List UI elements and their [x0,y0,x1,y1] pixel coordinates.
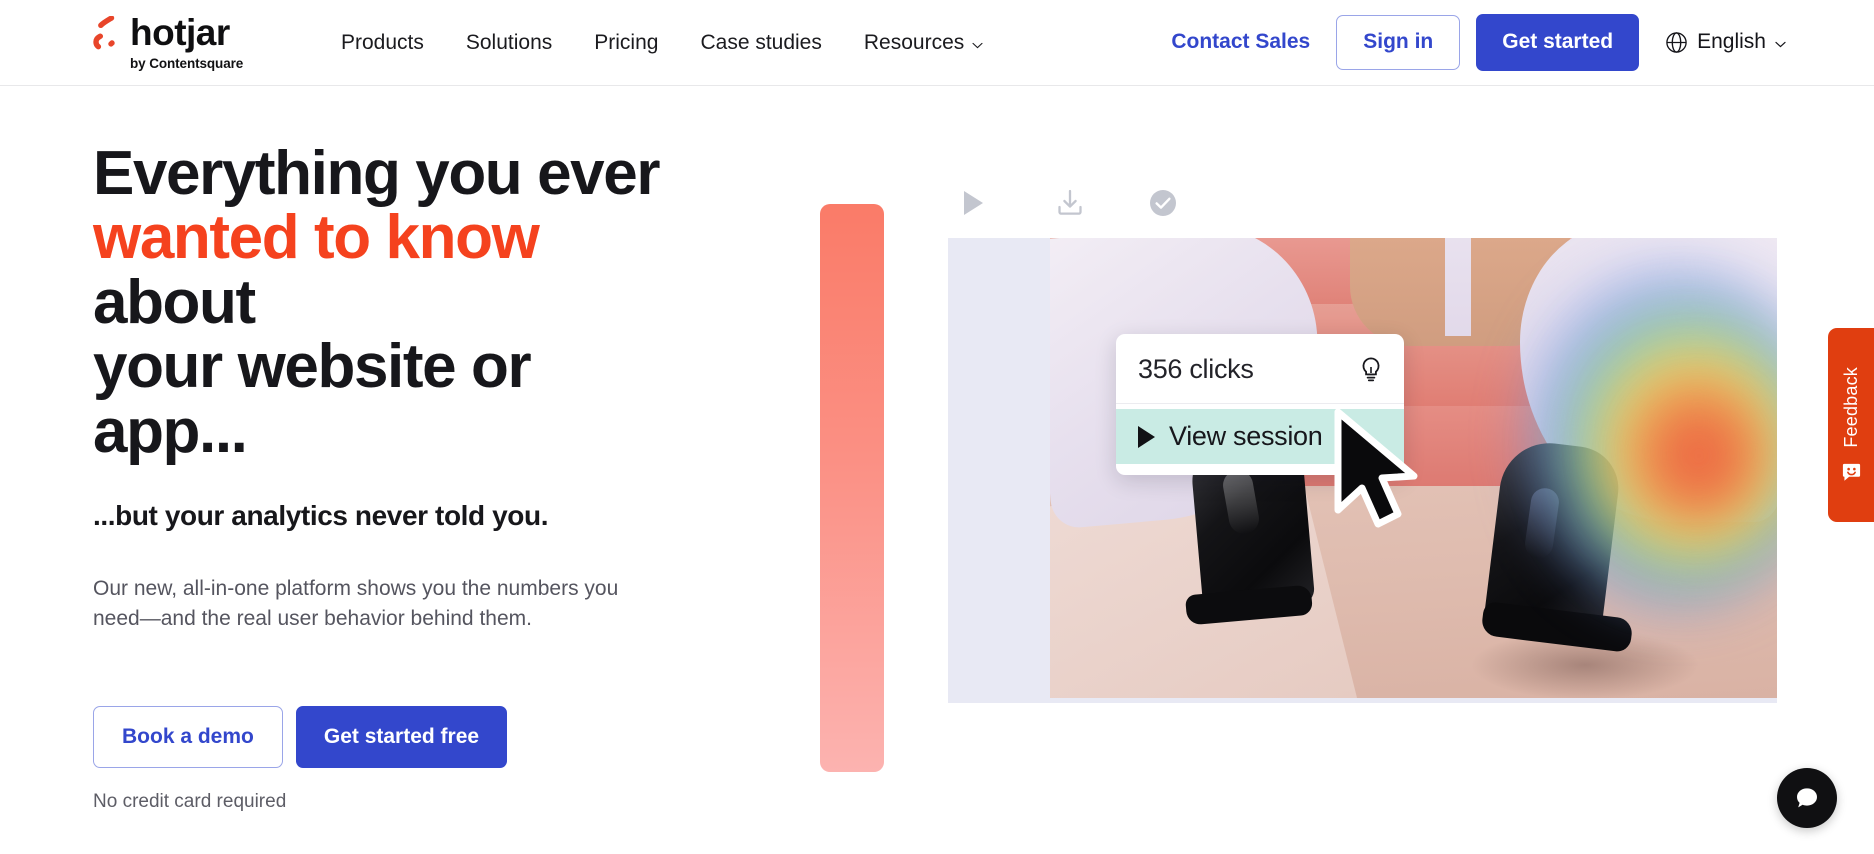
hero-cta-row: Book a demo Get started free [93,705,693,769]
nav-label: Resources [863,30,965,54]
hero-subhead: ...but your analytics never told you. [93,500,549,532]
headline-line-3: your website or app... [93,332,532,466]
legs-gap [1445,238,1471,336]
chevron-down-icon [1775,30,1786,54]
clicks-row: 356 clicks [1116,334,1404,404]
logo-row: hotjar [93,14,230,51]
media-panel: 356 clicks View session [948,168,1777,703]
sign-in-button[interactable]: Sign in [1336,15,1461,70]
side-gradient-card [820,204,884,772]
nav-label: Pricing [594,30,659,54]
chevron-down-icon [972,31,983,55]
globe-icon [1665,31,1688,54]
view-session-label: View session [1169,421,1323,451]
headline-line-2-rest: about [93,267,256,337]
nav-item-products[interactable]: Products [341,31,424,55]
download-icon[interactable] [1055,188,1149,218]
main-nav: Products Solutions Pricing Case studies … [341,31,983,55]
feedback-tab[interactable]: Feedback [1828,328,1874,522]
nav-item-resources[interactable]: Resources [864,31,983,55]
session-recording-preview[interactable]: 356 clicks View session [948,238,1777,703]
logo-tagline: by Contentsquare [130,56,244,71]
chat-widget-button[interactable] [1777,768,1837,828]
get-started-free-button[interactable]: Get started free [295,705,508,769]
nav-label: Solutions [465,30,553,54]
play-triangle-icon [1138,425,1155,448]
mouse-pointer-icon [1328,406,1424,534]
headline-line-1: Everything you ever [93,139,660,208]
logo-wordmark: hotjar [130,12,230,53]
play-icon[interactable] [961,189,1055,217]
lightbulb-icon [1358,356,1384,383]
headline-accent: wanted to know [93,203,540,273]
nav-item-solutions[interactable]: Solutions [466,31,552,55]
nav-label: Case studies [700,30,822,54]
page-title: Everything you ever wanted to know about… [93,139,693,466]
clicks-count: 356 clicks [1138,354,1254,384]
page-root: hotjar by Contentsquare Products Solutio… [0,0,1874,854]
language-selector[interactable]: English [1665,30,1786,54]
feedback-label: Feedback [1840,367,1861,448]
header-actions: Contact Sales Sign in Get started Englis… [1171,14,1786,71]
nav-item-pricing[interactable]: Pricing [594,31,658,55]
hotjar-flame-icon [93,15,121,50]
get-started-button[interactable]: Get started [1476,14,1640,71]
check-circle-icon[interactable] [1149,189,1243,217]
chat-bubble-icon [1793,784,1821,812]
smiley-speech-bubble-icon [1841,462,1862,483]
language-label: English [1697,30,1766,54]
no-credit-card-note: No credit card required [93,791,287,813]
media-toolbar [948,168,1777,238]
book-a-demo-button[interactable]: Book a demo [93,705,283,769]
logo[interactable]: hotjar by Contentsquare [93,14,293,71]
nav-label: Products [341,30,424,54]
contact-sales-link[interactable]: Contact Sales [1171,30,1310,54]
nav-item-case-studies[interactable]: Case studies [700,31,821,55]
hero-copy: Everything you ever wanted to know about… [93,139,693,813]
hero-description: Our new, all-in-one platform shows you t… [93,577,619,631]
site-header: hotjar by Contentsquare Products Solutio… [0,0,1874,86]
